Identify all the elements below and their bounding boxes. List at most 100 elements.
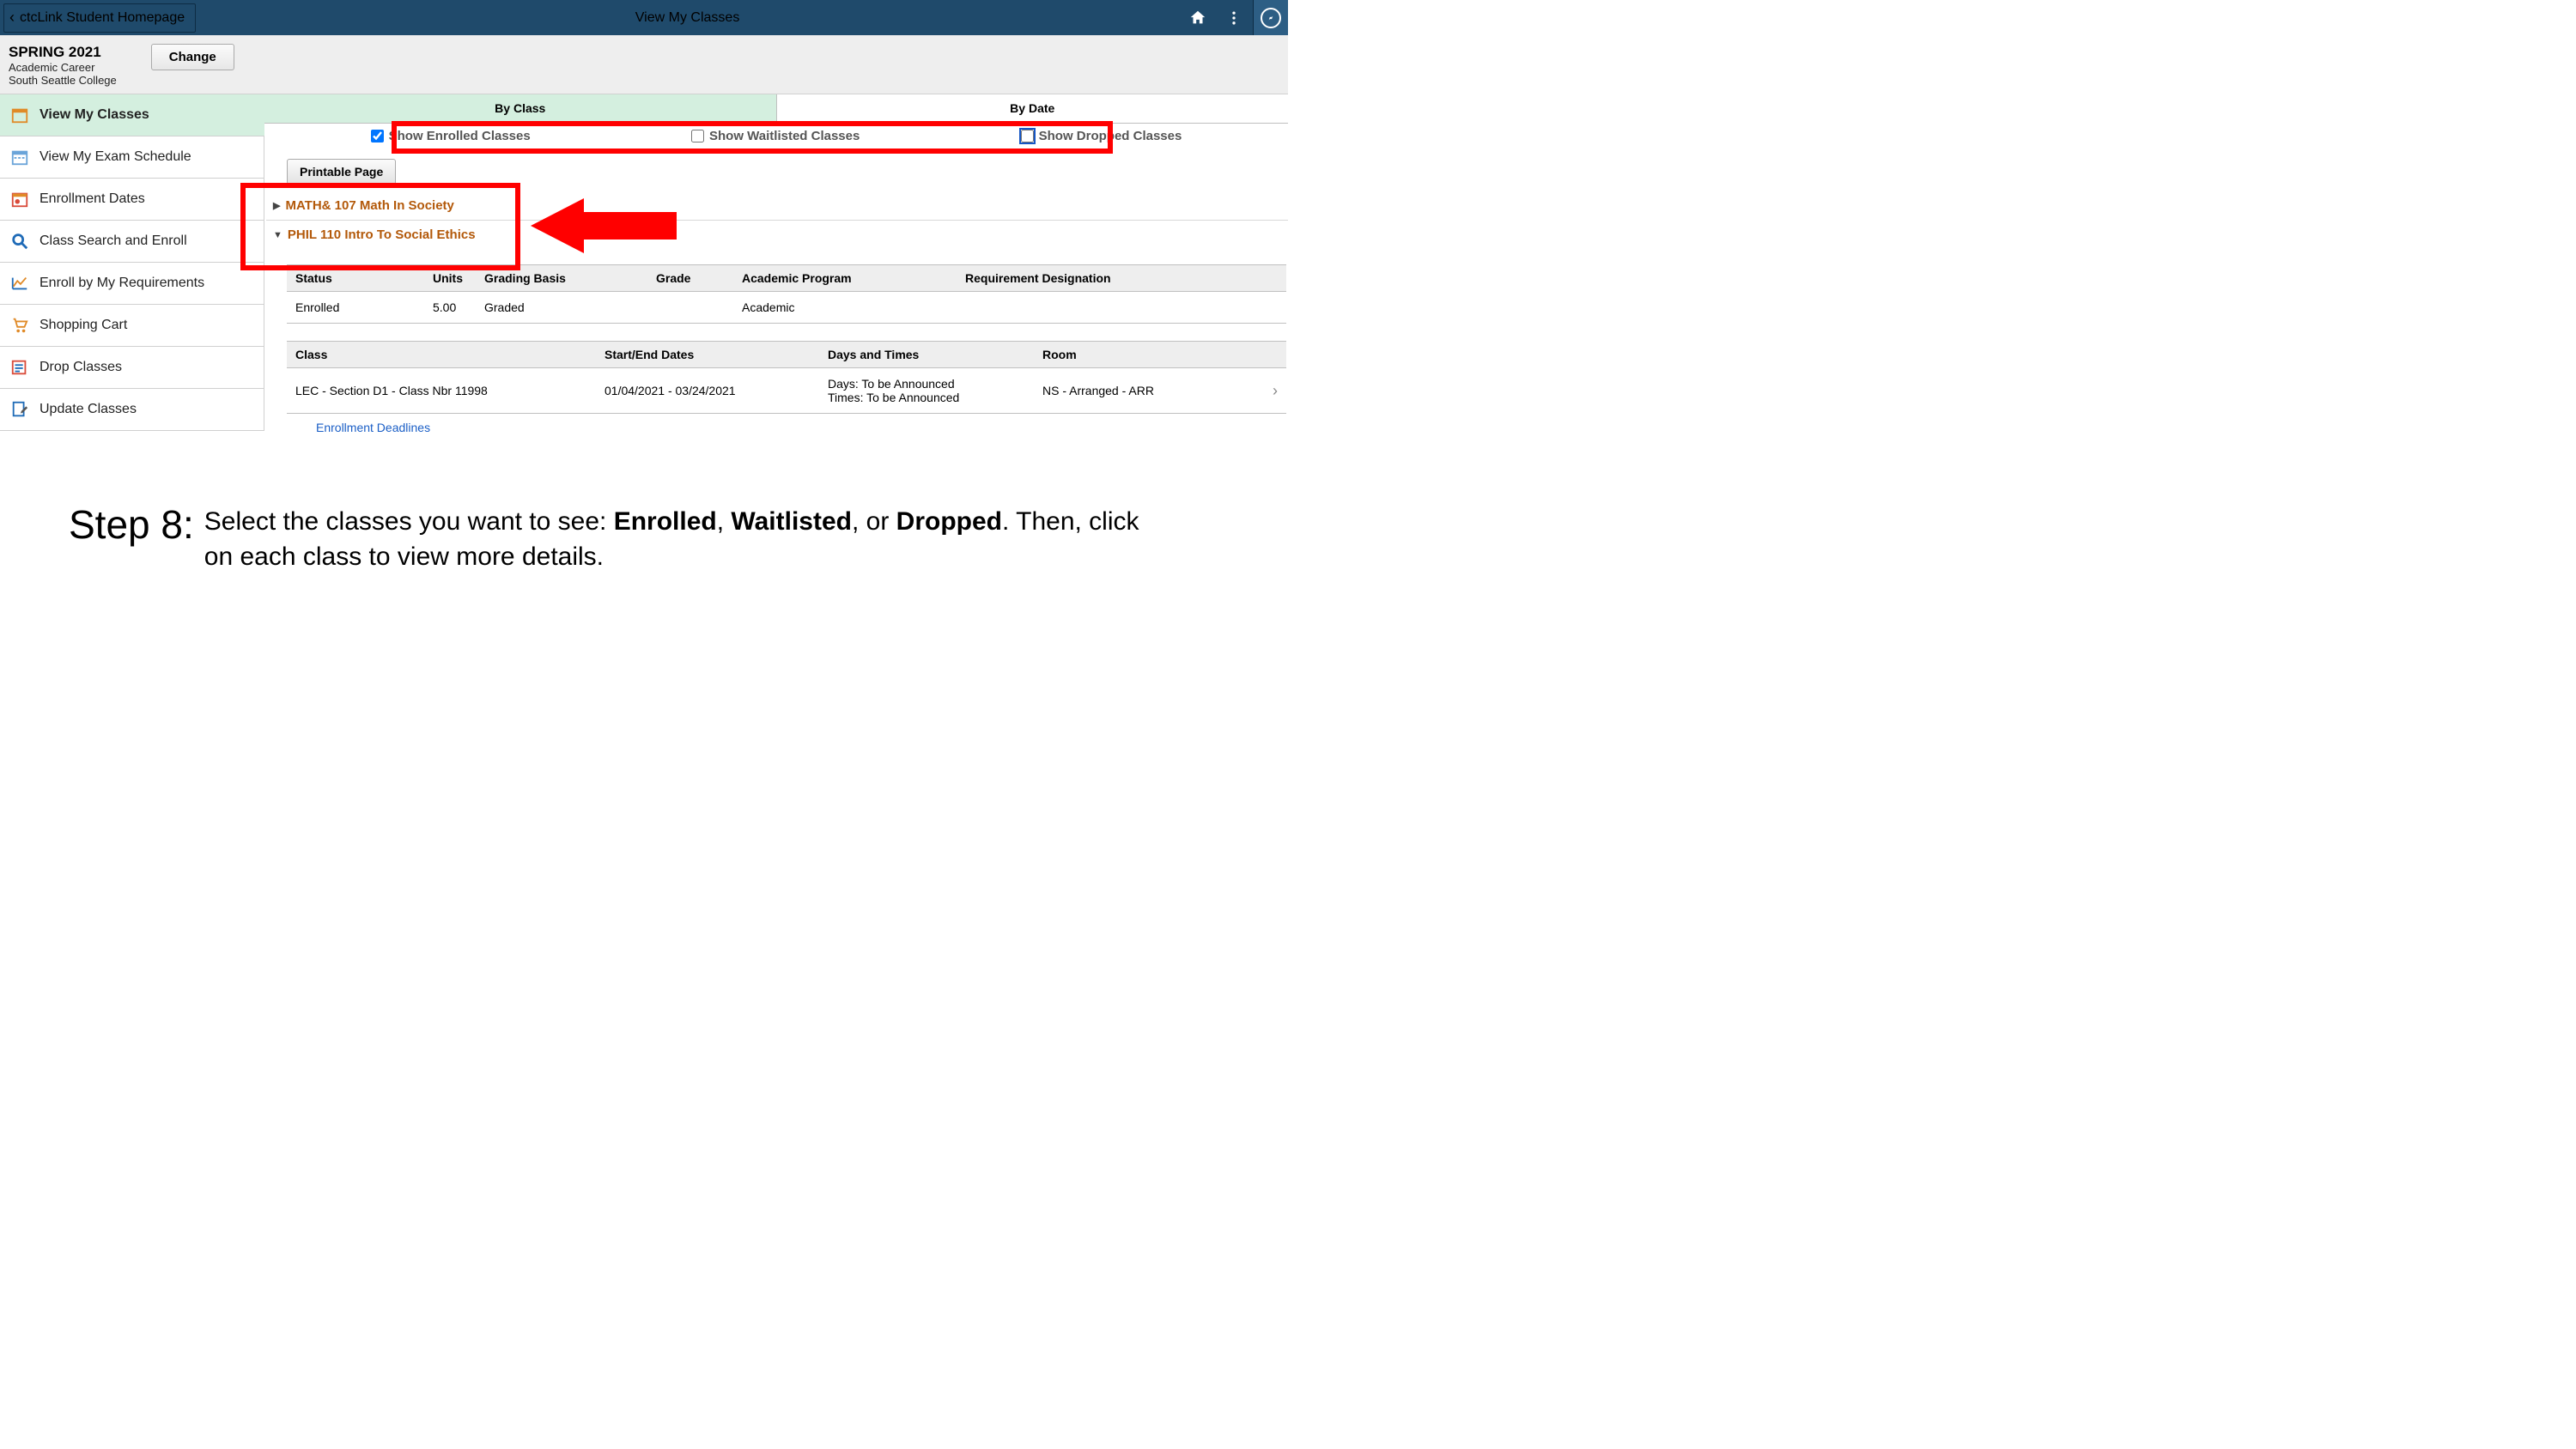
cell-grading: Graded (476, 292, 647, 324)
class-title: PHIL 110 Intro To Social Ethics (288, 227, 476, 242)
tab-by-date[interactable]: By Date (777, 94, 1289, 123)
triangle-right-icon: ▶ (273, 200, 280, 211)
more-vert-icon[interactable] (1224, 8, 1244, 28)
home-icon[interactable] (1188, 8, 1208, 28)
nav-compass-button[interactable] (1253, 0, 1288, 35)
col-program: Academic Program (733, 265, 957, 292)
left-sidebar: View My Classes View My Exam Schedule En… (0, 94, 264, 431)
sidebar-item-drop-classes[interactable]: Drop Classes (0, 347, 264, 389)
class-list: ▶ MATH& 107 Math In Society ▼ PHIL 110 I… (264, 191, 1288, 249)
sidebar-item-update-classes[interactable]: Update Classes (0, 389, 264, 431)
chevron-left-icon: ‹ (9, 9, 15, 27)
cart-icon (9, 315, 31, 336)
college-name: South Seattle College (9, 74, 117, 87)
line-chart-icon (9, 273, 31, 294)
filter-enrolled-label: Show Enrolled Classes (389, 129, 531, 143)
enrollment-deadlines-link[interactable]: Enrollment Deadlines (316, 421, 430, 434)
cell-room: NS - Arranged - ARR (1034, 368, 1261, 414)
main-content: By Class By Date Show Enrolled Classes S… (264, 94, 1288, 436)
caption-step-label: Step 8: (69, 505, 194, 544)
caption-text-2: , (717, 507, 732, 536)
schedule-row[interactable]: LEC - Section D1 - Class Nbr 11998 01/04… (287, 368, 1286, 414)
class-title: MATH& 107 Math In Society (285, 198, 453, 213)
calendar-dot-icon (9, 189, 31, 209)
printable-page-button[interactable]: Printable Page (287, 159, 396, 185)
banner-actions (1179, 0, 1253, 35)
filter-waitlisted-label: Show Waitlisted Classes (709, 129, 860, 143)
term-label: SPRING 2021 (9, 44, 117, 61)
list-remove-icon (9, 357, 31, 378)
top-banner: ‹ ctcLink Student Homepage View My Class… (0, 0, 1288, 35)
class-row-phil110[interactable]: ▼ PHIL 110 Intro To Social Ethics (266, 220, 1288, 249)
term-info: SPRING 2021 Academic Career South Seattl… (9, 44, 117, 87)
cell-grade (647, 292, 733, 324)
sidebar-item-label: Drop Classes (39, 360, 122, 375)
banner-title-area: View My Classes (196, 0, 1179, 35)
sidebar-item-enroll-requirements[interactable]: Enroll by My Requirements (0, 263, 264, 305)
page-title: View My Classes (635, 10, 740, 26)
cell-status: Enrolled (287, 292, 424, 324)
back-button[interactable]: ‹ ctcLink Student Homepage (3, 3, 196, 33)
sidebar-item-label: Enroll by My Requirements (39, 276, 204, 291)
filter-dropped[interactable]: Show Dropped Classes (1021, 129, 1182, 143)
triangle-down-icon: ▼ (273, 230, 283, 240)
col-days: Days and Times (819, 342, 1034, 368)
tab-by-class[interactable]: By Class (264, 94, 777, 123)
cell-days-line1: Days: To be Announced (828, 377, 1025, 391)
calendar-week-icon (9, 147, 31, 167)
sidebar-item-enrollment-dates[interactable]: Enrollment Dates (0, 179, 264, 221)
academic-career: Academic Career (9, 61, 117, 74)
view-tabs: By Class By Date (264, 94, 1288, 124)
col-class: Class (287, 342, 596, 368)
sidebar-item-label: Update Classes (39, 402, 137, 417)
sidebar-item-exam-schedule[interactable]: View My Exam Schedule (0, 136, 264, 179)
schedule-table: Class Start/End Dates Days and Times Roo… (287, 341, 1286, 414)
back-label: ctcLink Student Homepage (20, 10, 185, 26)
filter-waitlisted[interactable]: Show Waitlisted Classes (691, 129, 860, 143)
cell-req (957, 292, 1286, 324)
chevron-right-icon: › (1261, 368, 1286, 414)
change-term-button[interactable]: Change (151, 44, 234, 70)
caption-text-3: , or (852, 507, 896, 536)
sidebar-item-label: Class Search and Enroll (39, 233, 187, 249)
col-req-desig: Requirement Designation (957, 265, 1286, 292)
enrollment-info-row: Enrolled 5.00 Graded Academic (287, 292, 1286, 324)
sidebar-item-label: Shopping Cart (39, 318, 127, 333)
cell-program: Academic (733, 292, 957, 324)
col-grade: Grade (647, 265, 733, 292)
cell-units: 5.00 (424, 292, 476, 324)
search-icon (9, 231, 31, 252)
sidebar-item-label: Enrollment Dates (39, 191, 145, 207)
cell-days: Days: To be Announced Times: To be Annou… (819, 368, 1034, 414)
sidebar-item-label: View My Classes (39, 107, 149, 123)
sidebar-item-shopping-cart[interactable]: Shopping Cart (0, 305, 264, 347)
col-room: Room (1034, 342, 1261, 368)
compass-icon (1261, 8, 1281, 28)
calendar-icon (9, 105, 31, 125)
caption-text: Select the classes you want to see: Enro… (204, 505, 1149, 574)
col-dates: Start/End Dates (596, 342, 819, 368)
cell-dates: 01/04/2021 - 03/24/2021 (596, 368, 819, 414)
sidebar-item-label: View My Exam Schedule (39, 149, 191, 165)
col-chevron (1261, 342, 1286, 368)
caption-text-1: Select the classes you want to see: (204, 507, 614, 536)
caption-bold-enrolled: Enrolled (614, 507, 717, 536)
filter-enrolled[interactable]: Show Enrolled Classes (371, 129, 531, 143)
edit-doc-icon (9, 399, 31, 420)
term-header: SPRING 2021 Academic Career South Seattl… (0, 35, 1288, 94)
caption-bold-dropped: Dropped (896, 507, 1002, 536)
col-status: Status (287, 265, 424, 292)
tutorial-caption: Step 8: Select the classes you want to s… (69, 505, 1236, 574)
enrollment-info-table: Status Units Grading Basis Grade Academi… (287, 264, 1286, 324)
sidebar-item-class-search[interactable]: Class Search and Enroll (0, 221, 264, 263)
class-filter-row: Show Enrolled Classes Show Waitlisted Cl… (264, 124, 1288, 149)
caption-bold-waitlisted: Waitlisted (731, 507, 852, 536)
sidebar-item-view-my-classes[interactable]: View My Classes (0, 94, 264, 136)
col-units: Units (424, 265, 476, 292)
class-row-math107[interactable]: ▶ MATH& 107 Math In Society (266, 191, 1288, 220)
filter-dropped-label: Show Dropped Classes (1039, 129, 1182, 143)
filter-dropped-checkbox[interactable] (1021, 130, 1034, 142)
filter-waitlisted-checkbox[interactable] (691, 130, 704, 142)
col-grading: Grading Basis (476, 265, 647, 292)
filter-enrolled-checkbox[interactable] (371, 130, 384, 142)
